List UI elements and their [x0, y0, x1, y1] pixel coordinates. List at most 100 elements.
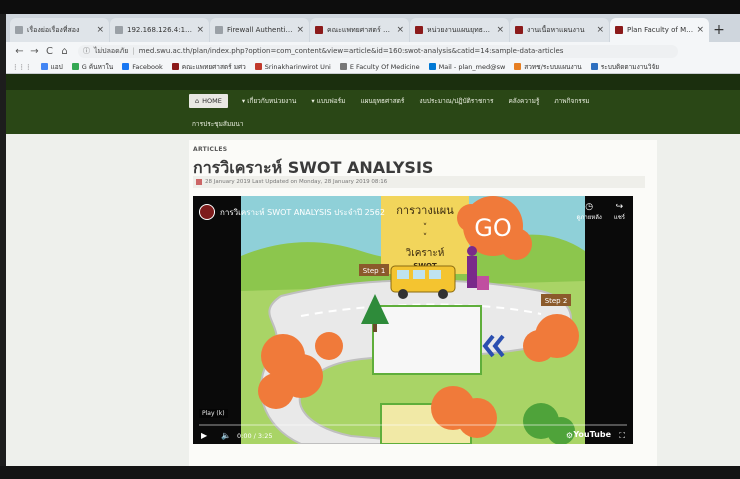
step1-sign: Step 1: [363, 267, 386, 275]
bookmark-label: คณะแพทยศาสตร์ มศว: [181, 62, 246, 71]
nav-home-label: HOME: [202, 97, 222, 105]
bookmark-favicon-icon: [514, 63, 522, 70]
taskbar-bezel: [0, 466, 740, 479]
bookmark-favicon-icon: [254, 63, 262, 70]
nav-item-strategy[interactable]: แผนยุทธศาสตร์: [360, 96, 404, 106]
bookmark-item[interactable]: Mail - plan_med@sw: [428, 63, 505, 71]
browser-tab[interactable]: Plan Faculty of Medicine×: [610, 18, 709, 42]
bookmark-favicon-icon: [71, 63, 79, 70]
fullscreen-icon[interactable]: ⛶: [619, 431, 625, 441]
tab-title: เรื่องย่อเรื่องที่สอง: [27, 25, 80, 34]
youtube-logo[interactable]: YouTube: [573, 430, 611, 439]
browser-tab[interactable]: 192.168.126.4:1000/fg×: [110, 18, 209, 42]
bookmark-item[interactable]: คณะแพทยศาสตร์ มศว: [171, 62, 246, 72]
nav-item-budget[interactable]: งบประมาณ/ปฏิบัติราชการ: [419, 96, 493, 106]
tab-close-icon[interactable]: ×: [396, 25, 404, 35]
forward-icon[interactable]: →: [27, 46, 42, 57]
share-label: แชร์: [613, 214, 625, 221]
browser-tab[interactable]: หน่วยงานแผนยุทธศาสตร์×: [410, 18, 509, 42]
bookmark-favicon-icon: [428, 63, 436, 70]
bookmark-label: สวทช/ระบบแผนงาน: [524, 62, 582, 71]
watch-later-button[interactable]: ◷ ดูภายหลัง: [577, 202, 602, 222]
article-meta-text: 28 January 2019 Last Updated on Monday, …: [205, 179, 388, 185]
bookmark-favicon-icon: [122, 63, 130, 70]
bookmark-item[interactable]: Facebook: [122, 63, 163, 71]
bookmark-item[interactable]: ระบบติดตามงานวิจัย: [590, 62, 660, 72]
bookmark-label: Facebook: [132, 62, 163, 71]
reload-icon[interactable]: C: [42, 46, 57, 57]
tab-favicon-icon: [315, 26, 323, 34]
article-content: ARTICLES การวิเคราะห์ SWOT ANALYSIS 28 J…: [189, 140, 657, 466]
video-title[interactable]: การวิเคราะห์ SWOT ANALYSIS ประจำปี 2562: [199, 204, 385, 220]
video-title-text: การวิเคราะห์ SWOT ANALYSIS ประจำปี 2562: [220, 207, 385, 217]
apps-icon[interactable]: ⋮⋮⋮: [12, 63, 32, 71]
nav-item-seminar[interactable]: การประชุมสัมมนา: [192, 119, 244, 129]
tab-close-icon[interactable]: ×: [696, 25, 704, 35]
bookmark-item[interactable]: สวทช/ระบบแผนงาน: [514, 62, 582, 72]
bookmark-favicon-icon: [40, 63, 48, 70]
tab-title: Plan Faculty of Medicine: [627, 26, 693, 34]
tab-close-icon[interactable]: ×: [296, 25, 304, 35]
home-nav-icon: ⌂: [195, 97, 200, 105]
bookmark-item[interactable]: E Faculty Of Medicine: [339, 63, 420, 71]
tab-favicon-icon: [115, 26, 123, 34]
video-frame[interactable]: การวางแผน ˅ ˅ วิเคราะห์ SWOT GO: [241, 196, 585, 444]
play-icon[interactable]: ▶: [201, 431, 207, 440]
clock-icon: ◷: [585, 202, 594, 212]
bookmark-favicon-icon: [171, 63, 179, 70]
tab-close-icon[interactable]: ×: [596, 25, 604, 35]
article-meta: 28 January 2019 Last Updated on Monday, …: [193, 176, 645, 188]
browser-tab[interactable]: เรื่องย่อเรื่องที่สอง ×: [10, 18, 109, 42]
address-bar[interactable]: ⓘ ไม่ปลอดภัย | med.swu.ac.th/plan/index.…: [78, 44, 678, 58]
share-button[interactable]: ↪ แชร์: [614, 202, 625, 222]
nav-item-about[interactable]: ▾ เกี่ยวกับหน่วยงาน: [242, 96, 296, 106]
bookmark-label: G ค้นหาใน: [81, 62, 114, 71]
bookmark-item[interactable]: แอป: [40, 62, 63, 72]
progress-bar[interactable]: [199, 424, 627, 426]
watch-later-label: ดูภายหลัง: [576, 214, 602, 221]
bookmark-label: ระบบติดตามงานวิจัย: [600, 62, 660, 71]
back-icon[interactable]: ←: [12, 46, 27, 57]
bookmark-favicon-icon: [339, 63, 347, 70]
tab-title: 192.168.126.4:1000/fg: [127, 26, 193, 34]
tab-title: งานเนื้อหาแผนงาน: [527, 25, 585, 34]
bookmark-item[interactable]: G ค้นหาใน: [71, 62, 114, 72]
browser-tab[interactable]: คณะแพทยศาสตร์ มหาวิทยาลัย×: [310, 18, 409, 42]
tab-favicon-icon: [215, 26, 223, 34]
channel-avatar[interactable]: [199, 204, 215, 220]
tab-favicon-icon: [415, 26, 423, 34]
video-actions: ◷ ดูภายหลัง ↪ แชร์: [565, 202, 625, 222]
step2-sign: Step 2: [545, 297, 568, 305]
tab-close-icon[interactable]: ×: [496, 25, 504, 35]
tab-favicon-icon: [515, 26, 523, 34]
calendar-icon: [196, 179, 202, 185]
tab-title: หน่วยงานแผนยุทธศาสตร์: [427, 25, 493, 34]
player-controls: ▶ 🔈 0:00 / 3:25 ⚙ YouTube ⛶: [193, 422, 633, 444]
tab-close-icon[interactable]: ×: [196, 25, 204, 35]
home-icon[interactable]: ⌂: [57, 46, 72, 57]
section-label: ARTICLES: [193, 146, 228, 153]
nav-item-gallery[interactable]: ภาพกิจกรรม: [554, 96, 589, 106]
volume-icon[interactable]: 🔈: [221, 431, 231, 440]
main-nav: ⌂ HOME ▾ เกี่ยวกับหน่วยงาน ▾ แบบฟอร์ม แผ…: [189, 94, 605, 108]
browser-tab[interactable]: งานเนื้อหาแผนงาน ×: [510, 18, 609, 42]
nav-item-label: งบประมาณ/ปฏิบัติราชการ: [419, 97, 494, 105]
bookmark-item[interactable]: Srinakharinwirot Uni: [254, 62, 331, 71]
nav-item-label: แผนยุทธศาสตร์: [360, 97, 405, 105]
info-icon[interactable]: ⓘ: [83, 46, 90, 56]
settings-icon[interactable]: ⚙: [566, 431, 573, 440]
nav-item-label: คลังความรู้: [508, 97, 540, 105]
bookmark-label: Srinakharinwirot Uni: [264, 62, 331, 71]
browser-tab[interactable]: Firewall Authentication×: [210, 18, 309, 42]
browser-toolbar: ← → C ⌂ ⓘ ไม่ปลอดภัย | med.swu.ac.th/pla…: [6, 42, 740, 60]
nav-home[interactable]: ⌂ HOME: [189, 94, 228, 108]
new-tab-button[interactable]: +: [710, 18, 728, 42]
bookmark-favicon-icon: [590, 63, 598, 70]
youtube-embed[interactable]: การวางแผน ˅ ˅ วิเคราะห์ SWOT GO: [193, 196, 633, 444]
tab-close-icon[interactable]: ×: [96, 25, 104, 35]
web-page: ⌂ HOME ▾ เกี่ยวกับหน่วยงาน ▾ แบบฟอร์ม แผ…: [6, 74, 740, 466]
nav-item-knowledge[interactable]: คลังความรู้: [508, 96, 539, 106]
nav-item-forms[interactable]: ▾ แบบฟอร์ม: [311, 96, 345, 106]
bookmark-label: แอป: [50, 62, 63, 71]
share-icon: ↪: [615, 202, 624, 212]
